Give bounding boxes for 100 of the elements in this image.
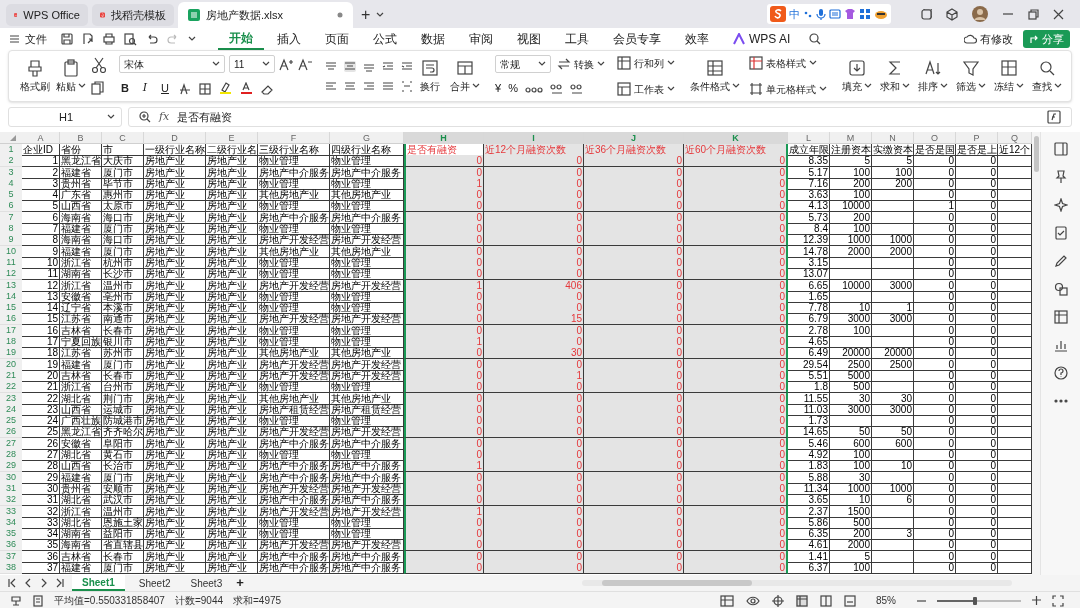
row-header[interactable]: 22 [0, 381, 22, 394]
microphone-icon[interactable] [816, 8, 826, 20]
eye-icon[interactable] [746, 594, 760, 607]
shape-icon[interactable] [1053, 282, 1068, 296]
ribbon-tab[interactable]: 数据 [410, 28, 456, 50]
column-header[interactable]: D [144, 132, 206, 144]
ribbon-button[interactable]: 冻结 [991, 53, 1027, 99]
ribbon-button[interactable]: 行和列 [617, 54, 675, 72]
normal-view-icon[interactable] [796, 594, 808, 607]
copy-icon[interactable] [91, 81, 105, 95]
name-box[interactable]: H1 [8, 107, 122, 127]
pin-icon[interactable] [1053, 170, 1068, 184]
zoom-slider-thumb[interactable] [972, 596, 977, 605]
file-tab[interactable]: 房地产数据.xlsx [178, 2, 353, 28]
caret-icon[interactable] [188, 36, 196, 42]
font-style-button[interactable]: B [119, 80, 131, 97]
window-tile-icon[interactable] [921, 8, 932, 20]
next-sheet-icon[interactable] [40, 578, 48, 588]
close-icon[interactable] [1053, 8, 1064, 20]
sheet-tab[interactable]: Sheet2 [132, 575, 177, 591]
ribbon-button[interactable]: 换行 [417, 53, 443, 99]
row-header[interactable]: 35 [0, 528, 22, 541]
ribbon-tab[interactable]: WPS AI [722, 28, 802, 50]
column-header[interactable]: I [484, 132, 584, 144]
column-header[interactable]: A [22, 132, 60, 144]
column-header[interactable]: K [684, 132, 788, 144]
column-header[interactable]: M [830, 132, 872, 144]
scissors-icon[interactable] [91, 57, 107, 73]
macro-icon[interactable] [10, 594, 22, 607]
grid-icon[interactable] [859, 8, 871, 20]
last-sheet-icon[interactable] [56, 578, 64, 588]
sheet-info-icon[interactable] [32, 594, 44, 607]
sparkle-icon[interactable] [1053, 198, 1068, 212]
formula-field[interactable]: fx 是否有融资 [128, 107, 1072, 127]
row-header[interactable]: 1 [0, 144, 22, 156]
ribbon-button[interactable]: 工作表 [617, 80, 675, 98]
page-layout-icon[interactable] [820, 594, 832, 607]
ime-mode-label[interactable]: 中 [789, 5, 800, 23]
keyboard-icon[interactable] [829, 8, 841, 20]
ribbon-tab[interactable]: 会员专享 [602, 28, 672, 50]
font-style-button[interactable]: I [139, 80, 151, 97]
zoom-slider[interactable] [937, 599, 975, 602]
ribbon-button[interactable]: 排序 [915, 53, 951, 99]
ribbon-button[interactable]: 查找 [1029, 53, 1065, 99]
fullscreen-icon[interactable] [1052, 594, 1064, 607]
ribbon-tab[interactable]: 效率 [674, 28, 720, 50]
undo-icon[interactable] [146, 33, 158, 45]
column-header[interactable]: E [206, 132, 258, 144]
ribbon-button[interactable]: 单元格样式 [749, 80, 827, 98]
row-header[interactable]: 16 [0, 313, 22, 326]
font-name-dropdown[interactable]: 宋体 [119, 55, 225, 74]
save-icon[interactable] [61, 33, 73, 45]
column-header[interactable]: F [258, 132, 330, 144]
protect-icon[interactable] [720, 594, 734, 607]
crosshair-icon[interactable] [772, 594, 784, 607]
row-header[interactable]: 25 [0, 415, 22, 428]
previous-sheet-icon[interactable] [24, 578, 32, 588]
file-tab[interactable]: WPS Office [6, 4, 88, 26]
ribbon-button[interactable]: 格式刷 [17, 53, 53, 99]
pen-icon[interactable] [1053, 254, 1068, 268]
sidebar-toggle-icon[interactable] [1053, 142, 1068, 156]
ribbon-tab[interactable]: 工具 [554, 28, 600, 50]
zoom-level[interactable]: 85% [876, 593, 906, 608]
scrollbar-thumb[interactable] [1033, 136, 1039, 172]
ribbon-button[interactable]: 粘贴 [53, 53, 89, 99]
ribbon-button[interactable]: 转换 [557, 55, 605, 74]
first-sheet-icon[interactable] [8, 578, 16, 588]
sheet-tab[interactable]: Sheet3 [184, 575, 229, 591]
column-header[interactable]: B [60, 132, 102, 144]
ribbon-tab[interactable]: 页面 [314, 28, 360, 50]
row-header[interactable]: 19 [0, 347, 22, 360]
restore-icon[interactable] [1028, 8, 1039, 20]
column-header[interactable]: P [956, 132, 998, 144]
font-style-button[interactable]: U [159, 80, 171, 97]
new-tab-button[interactable]: + [355, 4, 377, 26]
row-header[interactable]: 12 [0, 268, 22, 281]
align-top-icon[interactable] [325, 60, 337, 72]
ribbon-button[interactable]: 条件格式 [687, 53, 743, 99]
font-size-dropdown[interactable]: 11 [229, 55, 275, 74]
row-header[interactable]: 28 [0, 449, 22, 461]
search-icon[interactable] [809, 33, 822, 45]
row-header[interactable]: 26 [0, 426, 22, 439]
strikethrough-icon[interactable] [179, 82, 191, 95]
decrease-font-icon[interactable] [298, 57, 313, 71]
ribbon-button[interactable]: 填充 [839, 53, 875, 99]
ribbon-tab[interactable]: 插入 [266, 28, 312, 50]
row-header[interactable]: 8 [0, 223, 22, 236]
row-header[interactable]: 6 [0, 200, 22, 213]
check-document-icon[interactable] [1053, 226, 1068, 240]
number-format-button[interactable]: ¥ [495, 80, 502, 97]
row-header[interactable]: 32 [0, 494, 22, 507]
justify-icon[interactable] [382, 80, 394, 92]
ribbon-button[interactable]: 合并 [447, 53, 483, 99]
highlight-icon[interactable] [219, 82, 232, 95]
export-icon[interactable] [82, 33, 94, 45]
page-break-icon[interactable] [844, 594, 856, 607]
horizontal-scrollbar[interactable] [582, 580, 1012, 586]
row-header[interactable]: 5 [0, 189, 22, 202]
row-header[interactable]: 15 [0, 302, 22, 315]
distributed-icon[interactable] [401, 80, 413, 92]
